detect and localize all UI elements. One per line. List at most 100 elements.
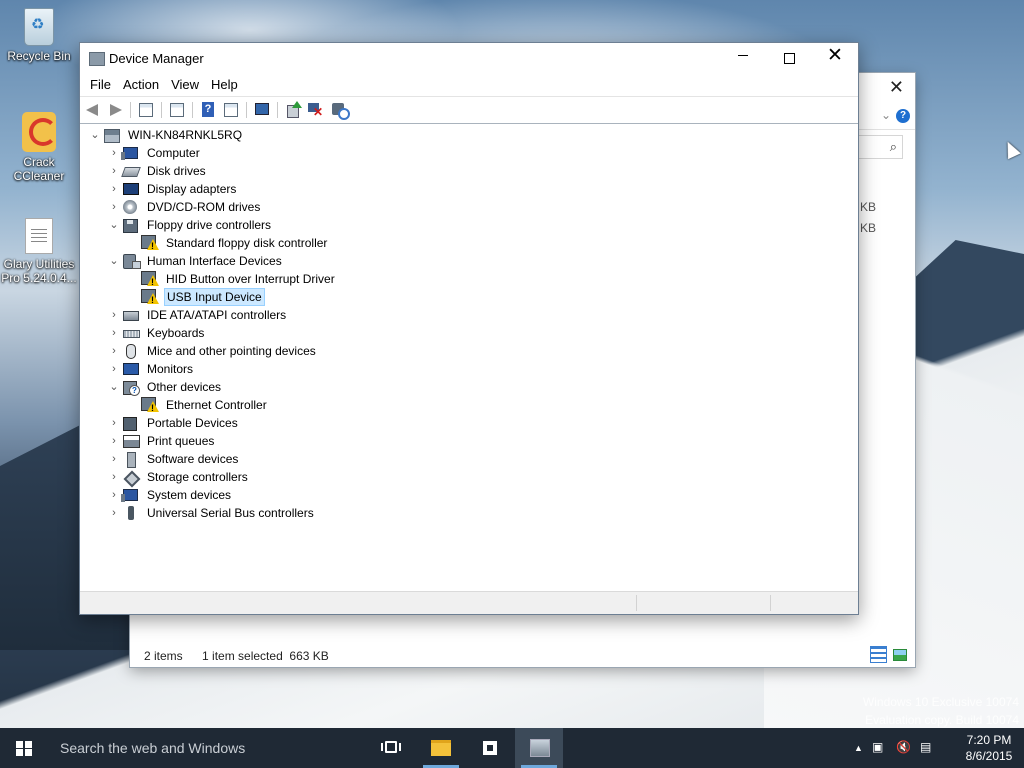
status-bar [80,591,858,614]
help-icon[interactable]: ? [896,109,910,123]
large-icons-view-icon[interactable] [893,648,907,661]
console-tree-icon[interactable] [137,101,155,119]
tree-category-label: Display adapters [147,182,237,196]
file-explorer-taskbar-icon[interactable] [417,728,465,768]
store-taskbar-icon[interactable] [466,728,514,768]
file-size-cell: KB [860,221,877,235]
title-bar[interactable]: Device Manager ✕ [80,43,858,74]
chevron-down-icon[interactable]: ⌄ [88,126,102,144]
toolbar-separator [246,102,247,118]
menu-file[interactable]: File [84,74,117,92]
update-driver-icon[interactable] [284,101,302,119]
task-view-button[interactable] [368,728,416,768]
tree-category-label: IDE ATA/ATAPI controllers [147,308,287,322]
help-icon[interactable] [199,101,217,119]
windows-logo-icon [16,741,32,756]
chevron-down-icon[interactable]: ⌄ [881,108,891,122]
tree-category-label: Storage controllers [147,470,248,484]
toolbar-separator [161,102,162,118]
toolbar-separator [192,102,193,118]
scan-hardware-icon[interactable] [253,101,271,119]
details-view-icon[interactable] [869,646,887,663]
chevron-down-icon[interactable]: ⌄ [107,216,121,234]
chevron-right-icon[interactable]: › [107,342,121,360]
maximize-button[interactable] [766,43,812,73]
disable-device-icon[interactable] [330,101,350,120]
system-tray: ▲ ▣ 🔇 ▤ 7:20 PM 8/6/2015 [844,728,1024,768]
mouse-icon [126,344,136,359]
device-manager-taskbar-icon[interactable] [515,728,563,768]
tree-category-label: Computer [147,146,200,160]
tree-category-label: Monitors [147,362,194,376]
chevron-down-icon[interactable]: ⌄ [107,252,121,270]
chevron-right-icon[interactable]: › [107,324,121,342]
warning-device-icon [141,271,159,287]
back-arrow-icon[interactable] [84,101,102,119]
device-tree[interactable]: ⌄ WIN-KN84RNKL5RQ › Computer › Disk drives ›… [80,124,858,589]
network-error-icon[interactable]: ▣ [872,740,883,754]
warning-device-icon [141,397,159,413]
menu-bar: File Action View Help [80,74,858,95]
chevron-right-icon[interactable]: › [107,486,121,504]
menu-action[interactable]: Action [117,74,165,92]
device-manager-window[interactable]: Device Manager ✕ FileActionViewHelp ⌄ WI… [79,42,859,615]
tree-category-label: Keyboards [147,326,205,340]
desktop-icon-recycle-bin[interactable]: Recycle Bin [1,8,77,63]
clock[interactable]: 7:20 PM 8/6/2015 [959,732,1019,764]
chevron-right-icon[interactable]: › [107,414,121,432]
printer-icon [123,435,140,448]
clock-date: 8/6/2015 [965,749,1013,763]
chevron-right-icon[interactable]: › [107,144,121,162]
chevron-right-icon[interactable]: › [107,198,121,216]
volume-muted-icon[interactable]: 🔇 [896,740,911,754]
maximize-icon [783,53,795,64]
background-window-close-button[interactable]: ✕ [889,77,904,98]
tree-category-label: Universal Serial Bus controllers [147,506,314,520]
ccleaner-icon [22,112,57,152]
chevron-right-icon[interactable]: › [107,450,121,468]
monitor-icon [123,363,139,375]
computer-icon [121,147,138,160]
hid-icon [123,254,141,269]
status-divider [770,595,771,611]
show-hide-icon[interactable] [222,101,240,119]
close-button[interactable]: ✕ [812,43,858,73]
window-title: Device Manager [109,51,204,66]
chevron-right-icon[interactable]: › [107,360,121,378]
document-icon [25,215,62,254]
start-button[interactable] [0,728,48,768]
ide-controller-icon [123,311,139,321]
tree-category-label: Other devices [147,380,222,394]
toolbar [80,96,858,124]
dvd-drive-icon [123,200,137,214]
minimize-button[interactable] [720,43,766,73]
tree-category-label: Floppy drive controllers [147,218,272,232]
desktop-icon-glary-utilities[interactable]: Glary Utilities Pro 5.24.0.4... [1,215,77,285]
tree-device-label: Ethernet Controller [166,398,267,412]
tree-category-label: Portable Devices [147,416,238,430]
chevron-right-icon[interactable]: › [107,180,121,198]
desktop-icon-label: Crack CCleaner [13,155,65,183]
action-center-icon[interactable]: ▤ [920,740,931,754]
menu-view[interactable]: View [165,74,205,92]
tree-category-label: Disk drives [147,164,206,178]
chevron-right-icon[interactable]: › [107,432,121,450]
forward-arrow-icon[interactable] [106,101,124,119]
toolbar-separator [277,102,278,118]
menu-help[interactable]: Help [205,74,244,92]
tray-overflow-chevron-icon[interactable]: ▲ [854,743,863,753]
uninstall-device-icon[interactable] [307,101,325,119]
properties-icon[interactable] [168,101,186,119]
taskbar-search-box[interactable]: Search the web and Windows [48,728,370,768]
chevron-right-icon[interactable]: › [107,504,121,522]
chevron-right-icon[interactable]: › [107,162,121,180]
recycle-bin-icon [24,8,54,46]
chevron-right-icon[interactable]: › [107,468,121,486]
desktop-icon-ccleaner[interactable]: Crack CCleaner [1,112,77,183]
tree-category-label: System devices [147,488,232,502]
chevron-right-icon[interactable]: › [107,306,121,324]
disk-drive-icon [121,167,141,177]
chevron-down-icon[interactable]: ⌄ [107,378,121,396]
view-buttons [867,646,907,663]
explorer-status-bar: 2 items 1 item selected 663 KB [144,649,345,663]
